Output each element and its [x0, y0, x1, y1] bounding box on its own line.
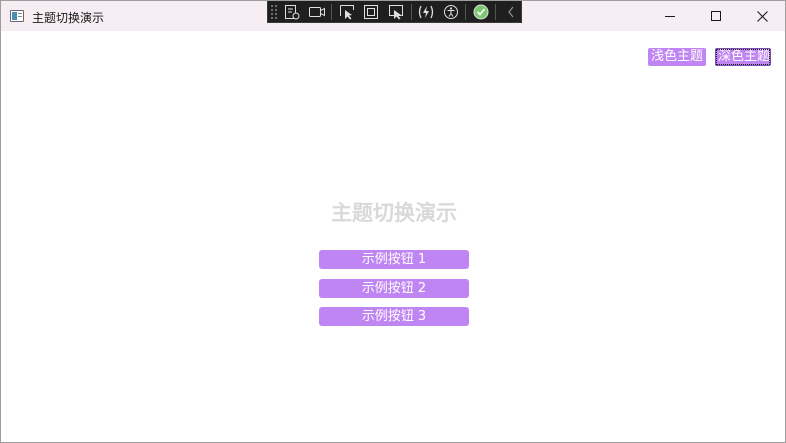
sample-button-1[interactable]: 示例按钮 1: [319, 250, 469, 269]
page-title: 主题切换演示: [331, 201, 457, 225]
hot-reload-button[interactable]: [416, 2, 437, 22]
accessibility-icon: [443, 4, 458, 19]
window-title: 主题切换演示: [32, 11, 105, 25]
select-element-icon: [339, 4, 354, 19]
display-layout-adorners-icon: [364, 4, 379, 19]
grip-icon[interactable]: [270, 3, 278, 20]
minimize-button[interactable]: [647, 1, 693, 31]
live-visual-tree-icon: [285, 4, 300, 19]
binding-check-icon: [473, 4, 489, 19]
toolbar-separator: [331, 3, 333, 20]
record-button[interactable]: [306, 2, 327, 22]
close-icon: [756, 10, 768, 22]
toolbar-separator: [410, 3, 412, 20]
light-theme-button[interactable]: 浅色主题: [648, 48, 706, 66]
accessibility-button[interactable]: [441, 2, 462, 22]
close-button[interactable]: [739, 1, 785, 31]
minimize-icon: [665, 16, 675, 17]
binding-check-button[interactable]: [470, 2, 491, 22]
sample-button-2[interactable]: 示例按钮 2: [319, 279, 469, 298]
collapse-toolbar-button[interactable]: [500, 2, 521, 22]
record-icon: [308, 6, 325, 17]
sample-button-3[interactable]: 示例按钮 3: [319, 307, 469, 326]
dark-theme-button[interactable]: 深色主题: [715, 48, 771, 66]
toolbar-separator: [465, 3, 467, 20]
track-focus-button[interactable]: [386, 2, 407, 22]
track-focus-icon: [389, 4, 404, 19]
maximize-icon: [711, 11, 721, 21]
display-adorners-button[interactable]: [361, 2, 382, 22]
maximize-button[interactable]: [693, 1, 739, 31]
toolbar-separator: [495, 3, 497, 20]
hot-reload-icon: [418, 5, 434, 18]
app-icon: [10, 10, 24, 22]
collapse-icon: [507, 6, 513, 17]
select-element-button[interactable]: [336, 2, 357, 22]
live-visual-tree-button[interactable]: [282, 2, 303, 22]
app-window: 主题切换演示 浅色主题 深色主题 主题切换演示 示例按钮 1 示例按钮 2 示例…: [0, 0, 786, 443]
xaml-debug-toolbar: [267, 1, 522, 23]
